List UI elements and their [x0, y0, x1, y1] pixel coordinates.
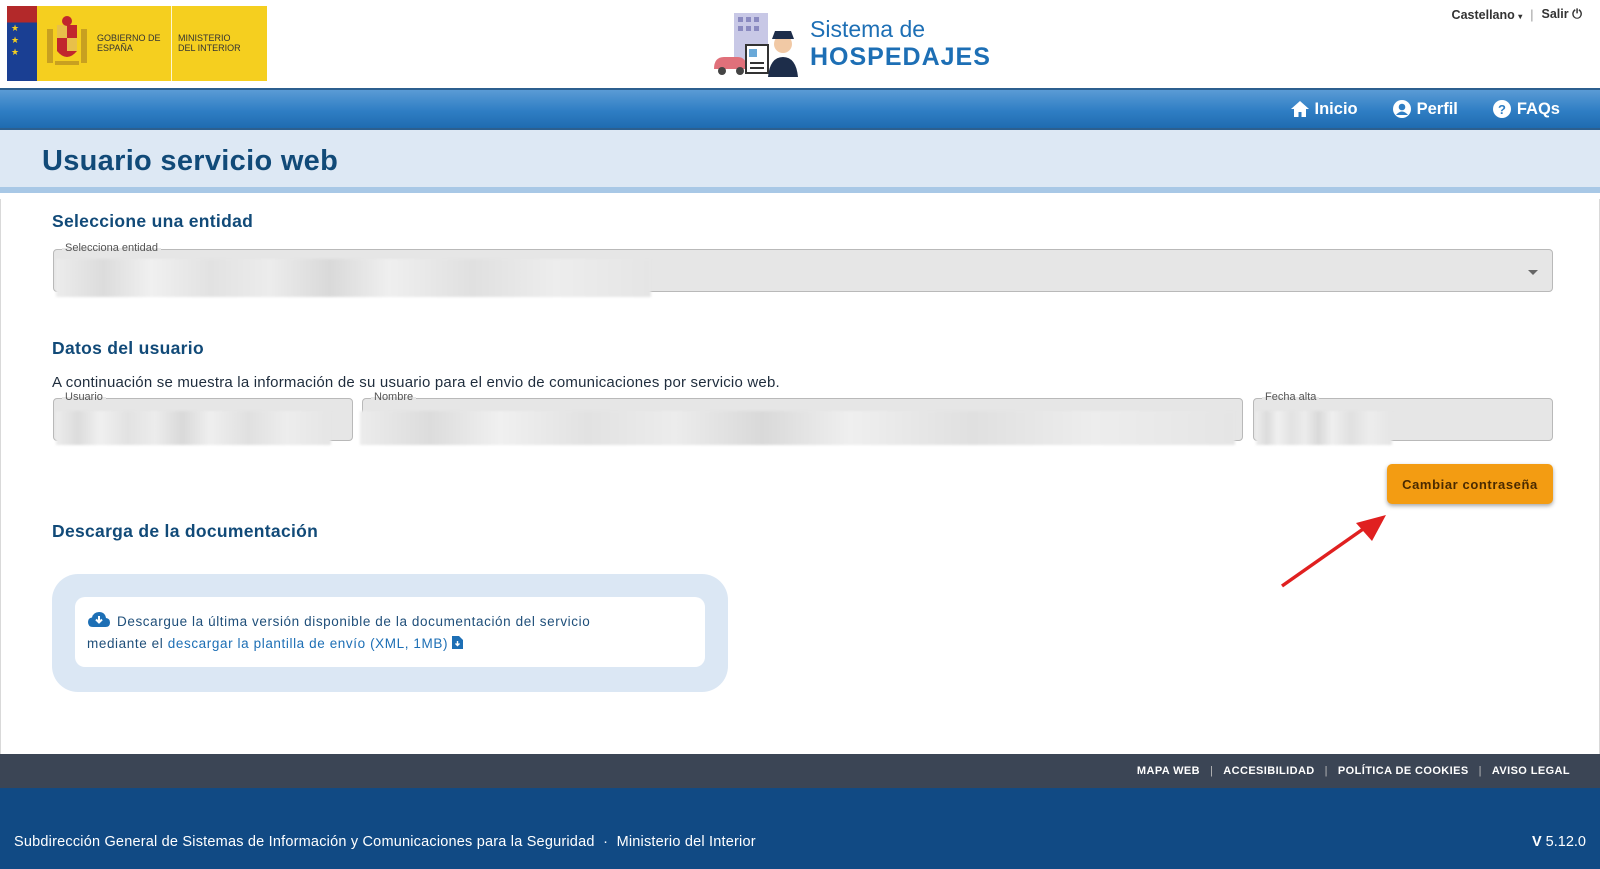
- top-header: ★ ★ ★ Gobierno de España Ministerio del In…: [0, 0, 1600, 88]
- logout-button[interactable]: Salir ⏻: [1542, 7, 1582, 22]
- main-navbar: Inicio Perfil ? FAQs: [0, 88, 1600, 130]
- app-version: V 5.12.0: [1531, 834, 1586, 850]
- entity-select-label: Selecciona entidad: [62, 242, 161, 254]
- footer-link-cookies[interactable]: POLÍTICA DE COOKIES: [1338, 765, 1469, 777]
- top-utility-bar: Castellano ▾ | Salir ⏻: [1452, 7, 1582, 22]
- user-section-title: Datos del usuario: [52, 338, 204, 358]
- file-download-icon[interactable]: [452, 636, 464, 649]
- docs-section-title: Descarga de la documentación: [52, 521, 319, 541]
- usuario-label: Usuario: [62, 391, 106, 403]
- red-arrow-annotation: [1280, 515, 1386, 588]
- divider: |: [1210, 765, 1214, 777]
- docs-text-2: mediante el: [87, 636, 164, 651]
- footer-link-aviso-legal[interactable]: AVISO LEGAL: [1492, 765, 1570, 777]
- footer-organization: Subdirección General de Sistemas de Info…: [14, 834, 756, 850]
- power-icon: ⏻: [1572, 7, 1582, 21]
- fecha-alta-label: Fecha alta: [1262, 391, 1320, 403]
- main-content: Seleccione una entidad Selecciona entida…: [0, 199, 1600, 754]
- divider: |: [1478, 765, 1482, 777]
- footer-link-mapa-web[interactable]: MAPA WEB: [1137, 765, 1200, 777]
- language-selector[interactable]: Castellano ▾: [1452, 8, 1523, 22]
- usuario-field[interactable]: Usuario: [53, 391, 353, 445]
- footer-bottom: Subdirección General de Sistemas de Info…: [0, 788, 1600, 869]
- user-circle-icon: [1392, 100, 1411, 118]
- redacted-nombre-value: [360, 411, 1235, 445]
- gov-text-1: Gobierno de España: [97, 33, 161, 53]
- user-description: A continuación se muestra la información…: [52, 374, 780, 391]
- logo-divider: [171, 6, 172, 81]
- nav-item-inicio[interactable]: Inicio: [1290, 99, 1358, 119]
- redacted-usuario-value: [56, 411, 331, 445]
- nombre-label: Nombre: [371, 391, 417, 403]
- nav-item-faqs[interactable]: ? FAQs: [1492, 99, 1560, 119]
- title-band: Usuario servicio web: [0, 130, 1600, 193]
- caret-down-icon: ▾: [1518, 11, 1523, 21]
- government-logo[interactable]: ★ ★ ★ Gobierno de España Ministerio del In…: [7, 6, 267, 81]
- eu-flag-icon: ★ ★ ★: [7, 6, 37, 81]
- hospedajes-logo-icon: [714, 13, 798, 77]
- divider: |: [1324, 765, 1328, 777]
- gov-text-2: Ministerio del Interior: [178, 33, 241, 53]
- docs-panel: Descargue la última versión disponible d…: [52, 574, 728, 692]
- cloud-download-icon: [88, 612, 110, 627]
- svg-text:?: ?: [1498, 102, 1506, 117]
- app-brand[interactable]: Sistema de HOSPEDAJES: [712, 11, 991, 77]
- coat-of-arms-icon: [37, 6, 97, 81]
- question-circle-icon: ?: [1492, 100, 1511, 118]
- brand-title: HOSPEDAJES: [810, 43, 991, 71]
- page-title: Usuario servicio web: [42, 145, 339, 177]
- redacted-entity-value: [56, 259, 651, 297]
- docs-card: Descargue la última versión disponible d…: [75, 597, 705, 667]
- docs-text-1: Descargue la última versión disponible d…: [117, 614, 591, 629]
- chevron-down-icon: [1528, 270, 1538, 275]
- footer-link-accesibilidad[interactable]: ACCESIBILIDAD: [1223, 765, 1314, 777]
- change-password-button[interactable]: Cambiar contraseña: [1387, 464, 1553, 504]
- brand-subtitle: Sistema de: [810, 16, 926, 42]
- footer-links-bar: MAPA WEB | ACCESIBILIDAD | POLÍTICA DE C…: [0, 754, 1600, 788]
- divider: |: [1530, 7, 1534, 22]
- entity-select[interactable]: Selecciona entidad: [53, 242, 1553, 297]
- download-template-link[interactable]: descargar la plantilla de envío (XML, 1M…: [168, 636, 448, 651]
- fecha-alta-field[interactable]: Fecha alta: [1253, 391, 1553, 445]
- entity-section-title: Seleccione una entidad: [52, 211, 254, 231]
- nombre-field[interactable]: Nombre: [360, 391, 1243, 445]
- redacted-fecha-value: [1256, 411, 1392, 445]
- nav-item-perfil[interactable]: Perfil: [1392, 99, 1458, 119]
- home-icon: [1290, 101, 1309, 117]
